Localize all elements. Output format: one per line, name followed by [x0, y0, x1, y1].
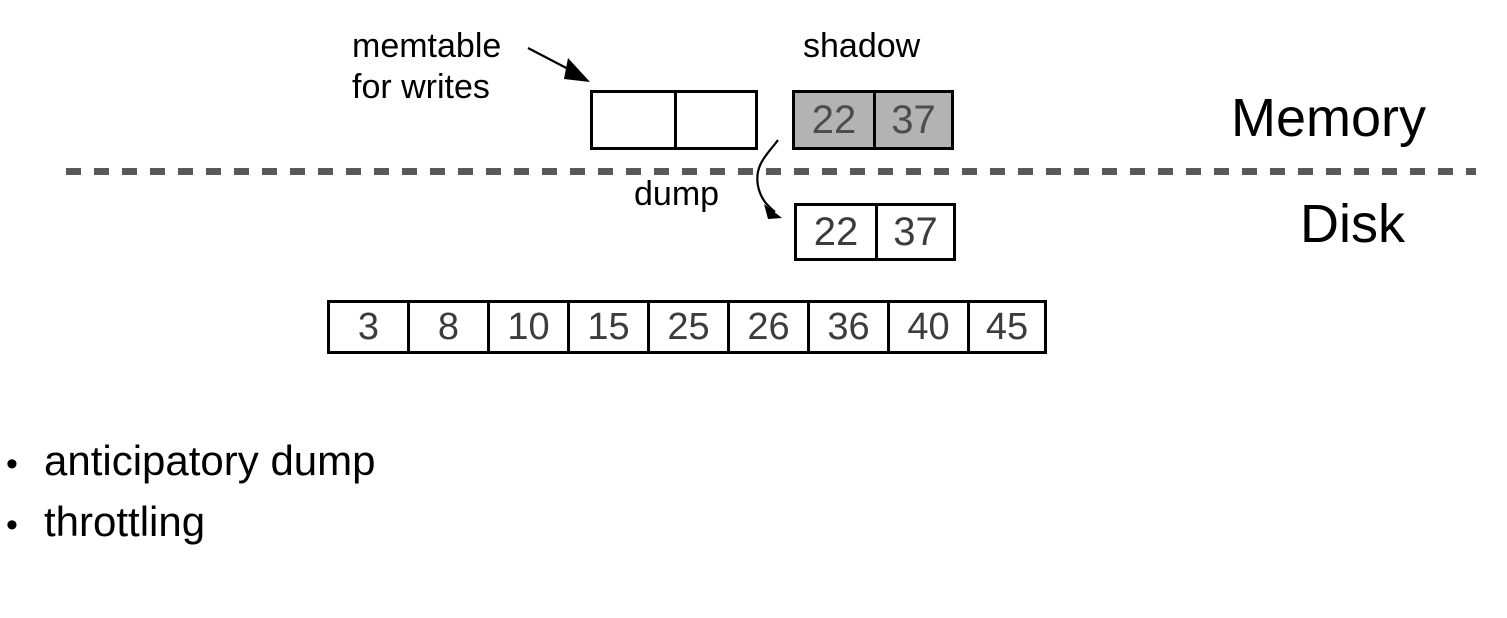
disk-table-row[interactable]: 22 37	[794, 203, 956, 261]
sstable-cell[interactable]: 8	[407, 300, 487, 354]
shadow-cell[interactable]: 22	[792, 90, 873, 150]
shadow-label: shadow	[803, 27, 921, 65]
memtable-label-line1: memtable	[352, 27, 502, 65]
sstable-cell[interactable]: 25	[647, 300, 727, 354]
memory-tier-label: Memory	[1231, 88, 1427, 148]
shadow-cell[interactable]: 37	[873, 90, 954, 150]
sstable-cell[interactable]: 15	[567, 300, 647, 354]
sstable-cell[interactable]: 45	[967, 300, 1047, 354]
list-item: • anticipatory dump	[6, 432, 376, 493]
sstable-cell[interactable]: 36	[807, 300, 887, 354]
disk-tier-label: Disk	[1300, 194, 1405, 254]
list-item-label: anticipatory dump	[44, 437, 376, 484]
memtable-cell[interactable]	[590, 90, 674, 150]
memtable-arrow-icon	[527, 47, 590, 82]
list-item-label: throttling	[44, 498, 206, 545]
sstable-cell[interactable]: 3	[327, 300, 407, 354]
dump-label: dump	[634, 175, 720, 213]
disk-table-cell[interactable]: 37	[875, 203, 956, 261]
bullet-list: • anticipatory dump • throttling	[6, 432, 376, 554]
memtable-cell[interactable]	[674, 90, 758, 150]
bullet-marker-icon: •	[6, 506, 18, 544]
sstable-cell[interactable]: 10	[487, 300, 567, 354]
memtable-row[interactable]	[590, 90, 758, 150]
disk-table-cell[interactable]: 22	[794, 203, 875, 261]
memtable-label-line2: for writes	[352, 68, 490, 106]
slide-canvas: memtable for writes shadow dump 22 37 22…	[0, 0, 1507, 618]
shadow-row[interactable]: 22 37	[792, 90, 954, 150]
memory-disk-divider	[66, 168, 1476, 175]
sstable-cell[interactable]: 40	[887, 300, 967, 354]
bullet-marker-icon: •	[6, 445, 18, 483]
sstable-cell[interactable]: 26	[727, 300, 807, 354]
sstable-row[interactable]: 3 8 10 15 25 26 36 40 45	[327, 300, 1047, 354]
list-item: • throttling	[6, 493, 376, 554]
